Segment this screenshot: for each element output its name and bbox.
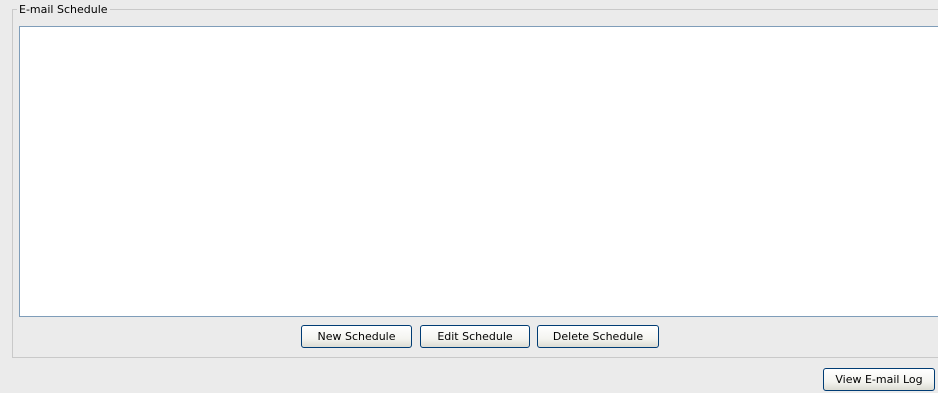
delete-schedule-button[interactable]: Delete Schedule [537,325,659,348]
schedule-list[interactable] [19,26,938,317]
email-schedule-panel: E-mail Schedule New Schedule Edit Schedu… [0,0,938,393]
view-email-log-button[interactable]: View E-mail Log [823,368,935,391]
edit-schedule-button[interactable]: Edit Schedule [420,325,530,348]
new-schedule-button[interactable]: New Schedule [301,325,412,348]
email-schedule-title: E-mail Schedule [17,3,110,16]
